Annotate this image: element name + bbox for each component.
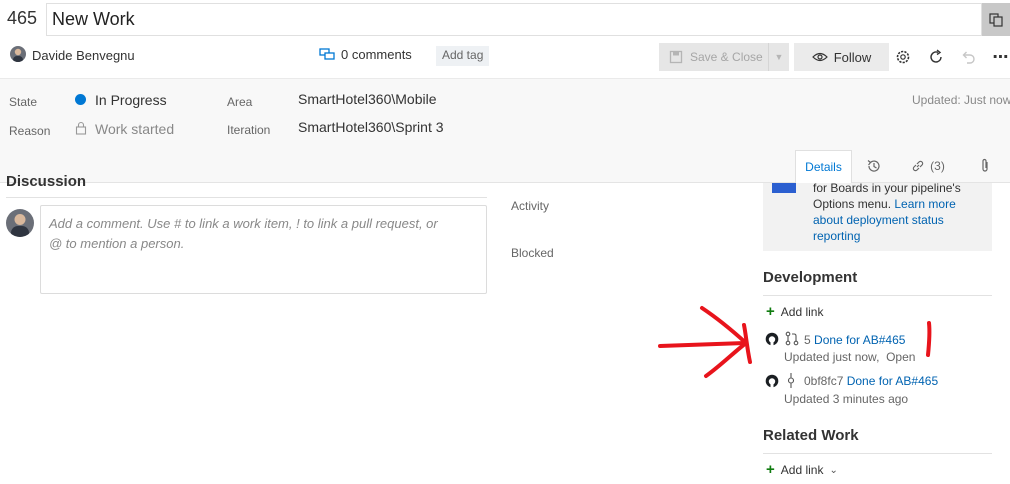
history-icon	[867, 160, 880, 172]
tab-attachments[interactable]	[960, 150, 1010, 182]
comment-icon	[319, 47, 335, 60]
assignee-name[interactable]: Davide Benvegnu	[32, 48, 135, 63]
discussion-heading: Discussion	[6, 173, 87, 190]
save-close-label: Save & Close	[690, 50, 763, 64]
gear-icon	[896, 50, 910, 64]
user-avatar	[6, 209, 34, 237]
copy-icon	[989, 12, 1003, 27]
blocked-label: Blocked	[511, 246, 554, 260]
link-icon	[913, 160, 924, 172]
iteration-label: Iteration	[227, 123, 271, 137]
boards-logo-icon	[772, 183, 796, 193]
add-tag-button[interactable]: Add tag	[436, 46, 490, 66]
eye-icon	[811, 52, 828, 62]
area-label: Area	[227, 95, 253, 109]
work-item-id: 465	[7, 8, 38, 28]
iteration-value[interactable]: SmartHotel360\Sprint 3	[298, 119, 444, 135]
commit-status: Updated 3 minutes ago	[784, 392, 909, 406]
undo-button[interactable]	[955, 43, 981, 71]
follow-button[interactable]: Follow	[794, 43, 889, 71]
undo-icon	[962, 51, 975, 64]
annotation-arrow	[658, 306, 932, 378]
reason-label: Reason	[9, 124, 51, 138]
lock-icon	[75, 121, 87, 135]
chevron-down-icon[interactable]: ▼	[769, 52, 789, 62]
reporting-link[interactable]: reporting	[813, 228, 985, 244]
save-close-button[interactable]: Save & Close ▼	[659, 43, 789, 71]
tab-history[interactable]	[852, 150, 896, 182]
paperclip-icon	[982, 158, 988, 172]
development-divider	[763, 295, 992, 296]
info-text: for Boards in your pipeline's Options me…	[813, 180, 985, 244]
discussion-divider	[6, 197, 487, 198]
state-label: State	[9, 95, 38, 109]
tab-details[interactable]: Details	[795, 150, 852, 183]
reason-value: Work started	[95, 121, 175, 137]
tab-links[interactable]: (3)	[896, 150, 960, 182]
more-icon: ⋯	[992, 49, 1010, 66]
deployment-status-link[interactable]: about deployment status	[813, 212, 985, 228]
plus-icon: +	[766, 461, 775, 478]
refresh-icon	[930, 49, 942, 63]
comment-placeholder-line1: Add a comment. Use # to link a work item…	[49, 216, 438, 231]
chevron-down-icon: ⌄	[829, 464, 838, 476]
title-input[interactable]	[46, 3, 982, 36]
state-indicator	[75, 94, 86, 105]
learn-more-link[interactable]: Learn more	[894, 197, 955, 211]
follow-label: Follow	[833, 49, 872, 65]
copy-button[interactable]	[982, 3, 1010, 36]
activity-label: Activity	[511, 199, 550, 213]
state-value[interactable]: In Progress	[95, 92, 167, 108]
related-work-divider	[763, 453, 992, 454]
settings-button[interactable]	[890, 43, 916, 71]
comment-input[interactable]: Add a comment. Use # to link a work item…	[40, 205, 487, 294]
updated-text: Updated: Just now	[912, 93, 1010, 107]
assignee-avatar[interactable]	[10, 46, 26, 62]
save-icon	[669, 50, 683, 64]
area-value[interactable]: SmartHotel360\Mobile	[298, 91, 437, 107]
more-actions-button[interactable]: ⋯	[988, 43, 1010, 71]
related-work-heading: Related Work	[763, 427, 859, 444]
comments-link[interactable]: 0 comments	[319, 47, 412, 62]
links-count: (3)	[930, 159, 945, 173]
development-heading: Development	[763, 269, 858, 286]
related-work-add-link[interactable]: + Add link ⌄	[766, 461, 838, 478]
refresh-button[interactable]	[923, 43, 949, 71]
comments-count: 0 comments	[341, 47, 412, 62]
comment-placeholder-line2: @ to mention a person.	[49, 236, 185, 251]
